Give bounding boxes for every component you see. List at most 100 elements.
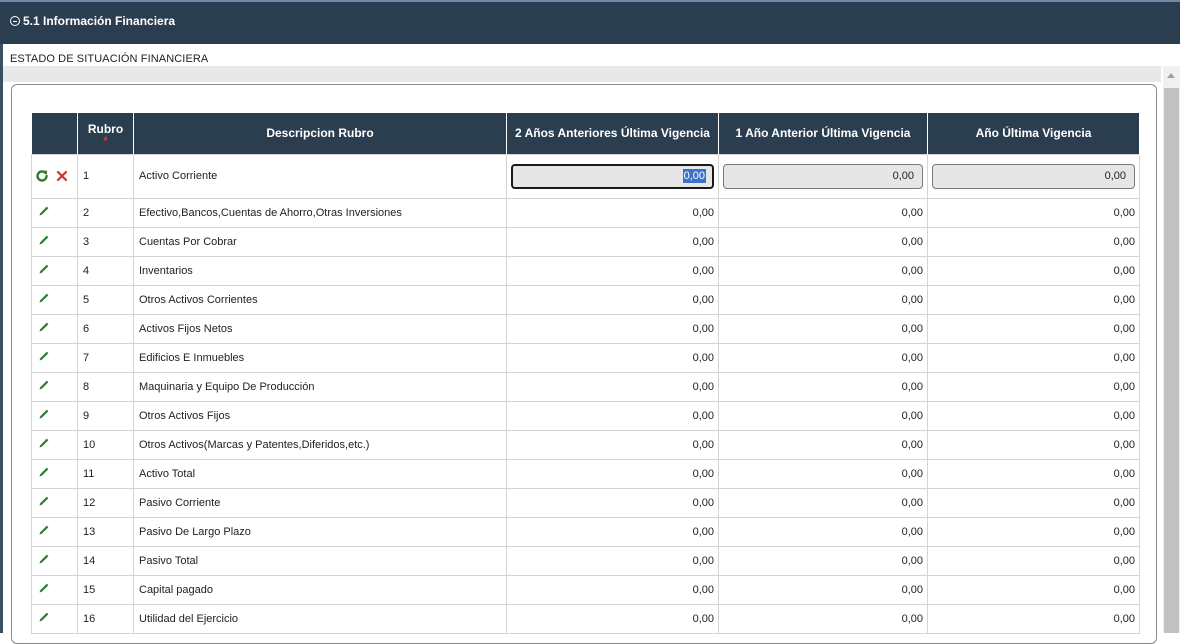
col3-cell: 0,00: [927, 197, 1140, 228]
edit-pencil-icon[interactable]: [37, 349, 51, 363]
rubro-cell: 5: [77, 284, 134, 315]
col3-input-cell: 0,00: [927, 153, 1140, 199]
col3-cell: 0,00: [927, 255, 1140, 286]
table-row[interactable]: 10 Otros Activos(Marcas y Patentes,Diferi…: [31, 429, 1140, 460]
edit-pencil-icon[interactable]: [37, 523, 51, 537]
table-row[interactable]: 12 Pasivo Corriente 0,00 0,00 0,00: [31, 487, 1140, 518]
col3-cell: 0,00: [927, 226, 1140, 257]
table-row[interactable]: 11 Activo Total 0,00 0,00 0,00: [31, 458, 1140, 489]
table-row[interactable]: 7 Edificios E Inmuebles 0,00 0,00 0,00: [31, 342, 1140, 373]
edit-pencil-icon[interactable]: [37, 262, 51, 276]
row-actions: [31, 197, 78, 228]
rubro-cell: 12: [77, 487, 134, 518]
col2-cell: 0,00: [718, 487, 928, 518]
section-header-label-wrap[interactable]: 5.1 Información Financiera: [10, 14, 175, 28]
col1-cell: 0,00: [506, 226, 719, 257]
scrollbar-thumb[interactable]: [1164, 88, 1179, 633]
col2-cell: 0,00: [718, 458, 928, 489]
header-col2[interactable]: 1 Año Anterior Última Vigencia: [718, 113, 928, 154]
col1-cell: 0,00: [506, 371, 719, 402]
col1-cell: 0,00: [506, 255, 719, 286]
row-actions: [31, 371, 78, 402]
rubro-cell: 13: [77, 516, 134, 547]
col3-cell: 0,00: [927, 400, 1140, 431]
header-col1[interactable]: 2 Años Anteriores Última Vigencia: [506, 113, 719, 154]
table-row[interactable]: 16 Utilidad del Ejercicio 0,00 0,00 0,00: [31, 603, 1140, 634]
edit-pencil-icon[interactable]: [37, 465, 51, 479]
row-actions: [31, 516, 78, 547]
section-header[interactable]: 5.1 Información Financiera: [0, 0, 1180, 44]
col2-cell: 0,00: [718, 516, 928, 547]
col2-input[interactable]: 0,00: [723, 163, 923, 189]
row-actions: [31, 429, 78, 460]
table-row[interactable]: 3 Cuentas Por Cobrar 0,00 0,00 0,00: [31, 226, 1140, 257]
page-subtitle: ESTADO DE SITUACIÓN FINANCIERA: [10, 53, 209, 65]
row-actions: [31, 545, 78, 576]
edit-pencil-icon[interactable]: [37, 204, 51, 218]
edit-pencil-icon[interactable]: [37, 407, 51, 421]
col3-cell: 0,00: [927, 574, 1140, 605]
descripcion-cell: Edificios E Inmuebles: [133, 342, 507, 373]
rubro-cell: 9: [77, 400, 134, 431]
col1-cell: 0,00: [506, 574, 719, 605]
col1-cell: 0,00: [506, 197, 719, 228]
row-actions: [31, 313, 78, 344]
col1-cell: 0,00: [506, 342, 719, 373]
table-row[interactable]: 9 Otros Activos Fijos 0,00 0,00 0,00: [31, 400, 1140, 431]
row-actions: [31, 284, 78, 315]
table-row[interactable]: 5 Otros Activos Corrientes 0,00 0,00 0,00: [31, 284, 1140, 315]
rubro-cell: 6: [77, 313, 134, 344]
table-row[interactable]: 4 Inventarios 0,00 0,00 0,00: [31, 255, 1140, 286]
col2-cell: 0,00: [718, 603, 928, 634]
edit-pencil-icon[interactable]: [37, 436, 51, 450]
header-rubro-label: Rubro: [87, 122, 124, 136]
row-actions: [31, 342, 78, 373]
table-row[interactable]: 13 Pasivo De Largo Plazo 0,00 0,00 0,00: [31, 516, 1140, 547]
left-border: [0, 44, 3, 633]
collapse-icon[interactable]: [10, 16, 20, 26]
col1-cell: 0,00: [506, 400, 719, 431]
header-rubro[interactable]: Rubro *: [77, 113, 134, 154]
table-row[interactable]: 15 Capital pagado 0,00 0,00 0,00: [31, 574, 1140, 605]
edit-pencil-icon[interactable]: [37, 610, 51, 624]
col3-cell: 0,00: [927, 342, 1140, 373]
edit-pencil-icon[interactable]: [37, 494, 51, 508]
col3-cell: 0,00: [927, 545, 1140, 576]
financial-table: Rubro * Descripcion Rubro 2 Años Anterio…: [31, 113, 1140, 634]
col3-cell: 0,00: [927, 284, 1140, 315]
descripcion-cell: Otros Activos(Marcas y Patentes,Diferido…: [133, 429, 507, 460]
edit-pencil-icon[interactable]: [37, 581, 51, 595]
row-actions: [31, 603, 78, 634]
edit-pencil-icon[interactable]: [37, 320, 51, 334]
row-actions: [31, 487, 78, 518]
col2-cell: 0,00: [718, 255, 928, 286]
table-row[interactable]: 6 Activos Fijos Netos 0,00 0,00 0,00: [31, 313, 1140, 344]
rubro-cell: 8: [77, 371, 134, 402]
table-row[interactable]: 8 Maquinaria y Equipo De Producción 0,00 0,…: [31, 371, 1140, 402]
row-actions: [31, 153, 78, 199]
col1-input[interactable]: 0,00: [511, 163, 714, 189]
row-actions: [31, 255, 78, 286]
descripcion-cell: Activos Fijos Netos: [133, 313, 507, 344]
edit-pencil-icon[interactable]: [37, 552, 51, 566]
table-row[interactable]: 2 Efectivo,Bancos,Cuentas de Ahorro,Otras…: [31, 197, 1140, 228]
col1-input-value: 0,00: [682, 168, 706, 183]
refresh-icon[interactable]: [35, 169, 49, 183]
scroll-up-arrow-icon[interactable]: [1167, 73, 1175, 78]
row-actions: [31, 574, 78, 605]
descripcion-cell: Efectivo,Bancos,Cuentas de Ahorro,Otras …: [133, 197, 507, 228]
descripcion-cell: Pasivo Total: [133, 545, 507, 576]
edit-pencil-icon[interactable]: [37, 233, 51, 247]
cancel-icon[interactable]: [56, 170, 68, 182]
rubro-cell: 7: [77, 342, 134, 373]
header-descripcion[interactable]: Descripcion Rubro: [133, 113, 507, 154]
header-col3[interactable]: Año Última Vigencia: [927, 113, 1140, 154]
table-row[interactable]: 14 Pasivo Total 0,00 0,00 0,00: [31, 545, 1140, 576]
col1-cell: 0,00: [506, 458, 719, 489]
col3-cell: 0,00: [927, 603, 1140, 634]
edit-pencil-icon[interactable]: [37, 378, 51, 392]
col3-input[interactable]: 0,00: [932, 163, 1135, 189]
descripcion-cell: Inventarios: [133, 255, 507, 286]
edit-pencil-icon[interactable]: [37, 291, 51, 305]
col1-cell: 0,00: [506, 313, 719, 344]
